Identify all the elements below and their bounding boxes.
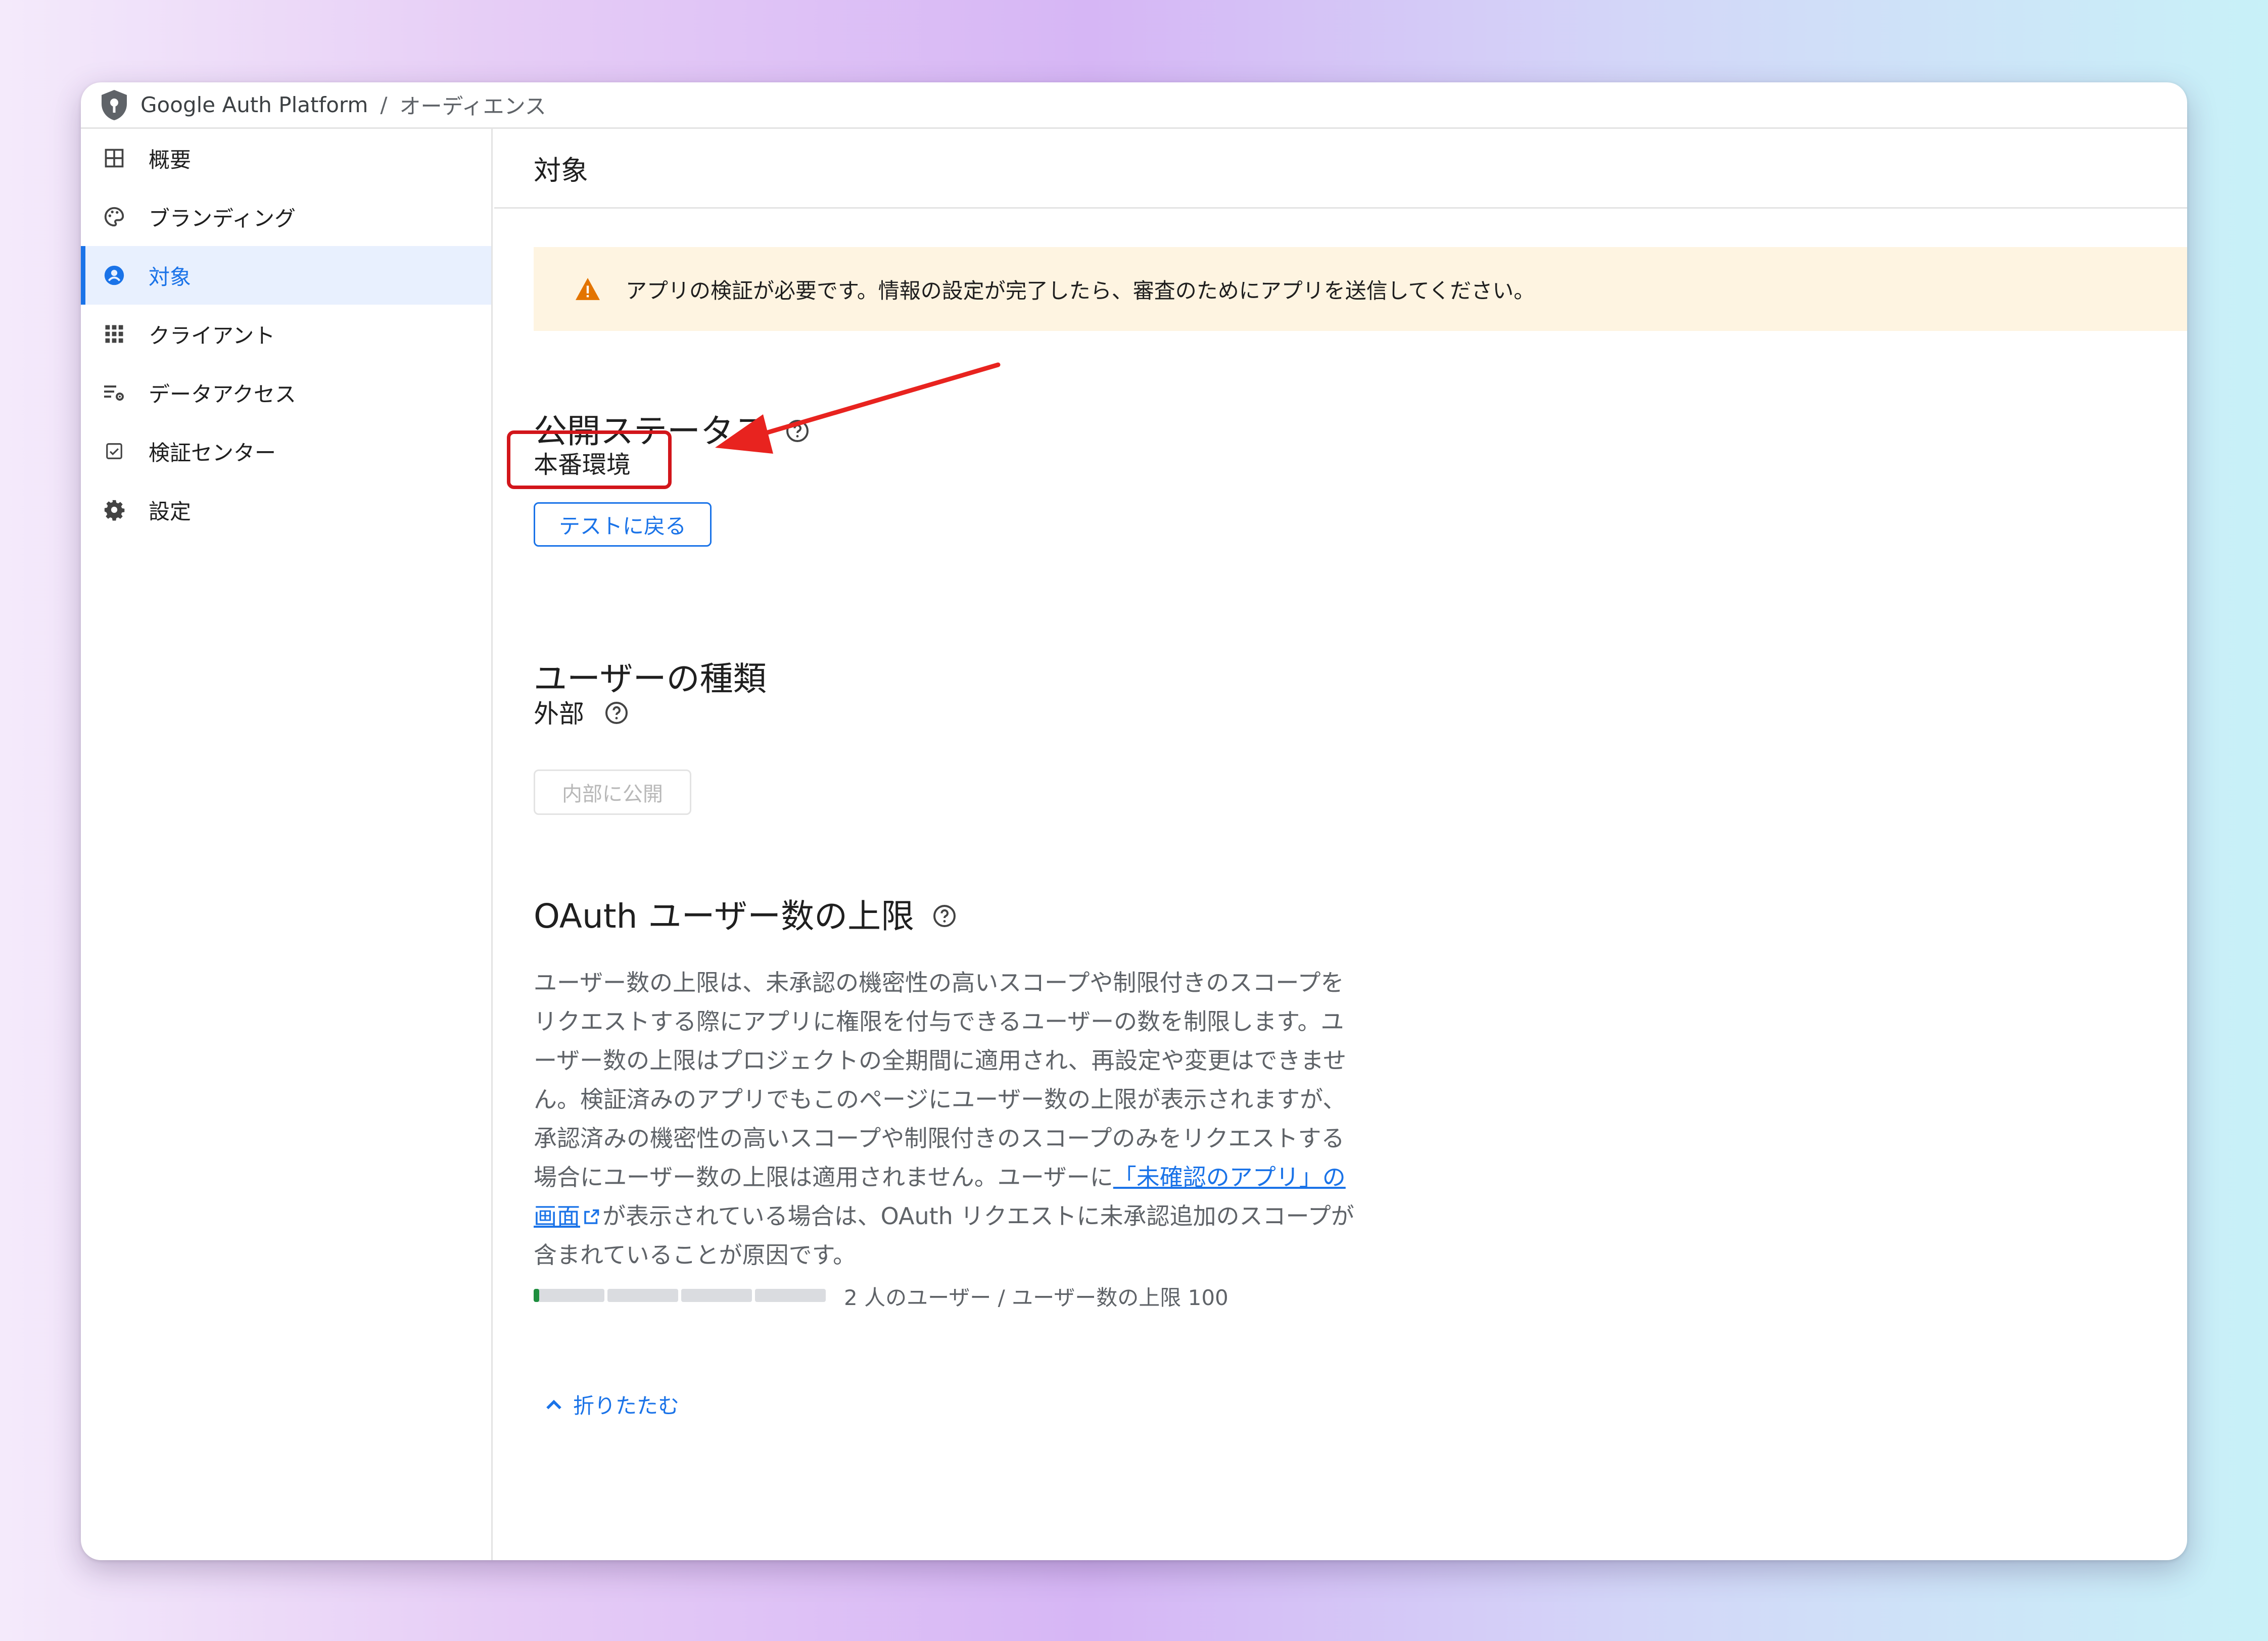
description-text-after: が表示されている場合は、OAuth リクエストに未承認追加のスコープが含まれてい… <box>534 1202 1354 1269</box>
check-box-icon <box>101 438 127 464</box>
warning-icon <box>576 278 600 300</box>
sidebar: 概要 ブランディング 対象 クライアント データアクセス 検証センター 設定 <box>81 129 493 1560</box>
sidebar-item-branding[interactable]: ブランディング <box>81 187 491 246</box>
sidebar-item-label: クライアント <box>149 323 275 348</box>
progress-segment <box>534 1289 604 1302</box>
sidebar-item-verification-center[interactable]: 検証センター <box>81 422 491 480</box>
chevron-up-icon <box>546 1399 561 1409</box>
data-access-icon <box>101 379 127 406</box>
app-window: Google Auth Platform / オーディエンス 概要 ブランディン… <box>81 82 2187 1560</box>
sidebar-item-clients[interactable]: クライアント <box>81 305 491 363</box>
account-circle-icon <box>101 262 127 288</box>
sidebar-item-settings[interactable]: 設定 <box>81 480 491 539</box>
sidebar-item-label: 検証センター <box>149 440 276 465</box>
user-type-value: 外部 <box>534 699 584 729</box>
breadcrumb-current: オーディエンス <box>399 94 546 119</box>
sidebar-item-label: ブランディング <box>149 206 296 231</box>
sidebar-item-label: 設定 <box>149 499 192 524</box>
oauth-limit-heading-text: OAuth ユーザー数の上限 <box>534 897 915 936</box>
external-link-icon[interactable] <box>582 1208 600 1226</box>
sidebar-item-label: 概要 <box>149 147 192 172</box>
description-text-before: ユーザー数の上限は、未承認の機密性の高いスコープや制限付きのスコープをリクエスト… <box>534 969 1347 1191</box>
progress-segment <box>755 1289 826 1302</box>
progress-fill <box>534 1289 540 1302</box>
breadcrumb-separator: / <box>380 92 388 117</box>
back-to-testing-button[interactable]: テストに戻る <box>534 502 712 547</box>
sidebar-item-label: 対象 <box>149 264 192 289</box>
oauth-limit-heading: OAuth ユーザー数の上限 <box>534 889 957 938</box>
page-title: 対象 <box>494 129 2187 209</box>
banner-text: アプリの検証が必要です。情報の設定が完了したら、審査のためにアプリを送信してくだ… <box>626 278 1535 303</box>
user-cap-progress-text: 2 人のユーザー / ユーザー数の上限 100 <box>844 1285 1228 1310</box>
help-icon[interactable] <box>604 701 629 725</box>
collapse-link[interactable]: 折りたたむ <box>543 1389 679 1420</box>
user-type-heading: ユーザーの種類 <box>534 659 767 698</box>
shield-icon <box>102 89 127 120</box>
main-content: 対象 アプリの検証が必要です。情報の設定が完了したら、審査のためにアプリを送信し… <box>494 129 2187 1560</box>
oauth-limit-description: ユーザー数の上限は、未承認の機密性の高いスコープや制限付きのスコープをリクエスト… <box>534 963 1362 1275</box>
breadcrumb: Google Auth Platform / オーディエンス <box>81 82 2187 129</box>
help-icon[interactable] <box>932 904 957 928</box>
sidebar-item-overview[interactable]: 概要 <box>81 129 491 187</box>
gear-icon <box>101 497 127 523</box>
progress-segment <box>607 1289 678 1302</box>
sidebar-item-label: データアクセス <box>149 381 296 407</box>
help-icon[interactable] <box>785 419 810 443</box>
make-internal-button[interactable]: 内部に公開 <box>534 769 691 815</box>
publishing-status-value: 本番環境 <box>534 451 631 479</box>
user-cap-progress-bar <box>534 1289 826 1302</box>
palette-icon <box>101 204 127 230</box>
sidebar-item-audience[interactable]: 対象 <box>81 246 491 305</box>
breadcrumb-app-name[interactable]: Google Auth Platform <box>140 92 368 117</box>
collapse-label: 折りたたむ <box>573 1393 680 1418</box>
progress-segment <box>681 1289 752 1302</box>
verification-warning-banner: アプリの検証が必要です。情報の設定が完了したら、審査のためにアプリを送信してくだ… <box>534 247 2187 331</box>
user-type-row: 外部 <box>534 694 629 730</box>
dashboard-icon <box>101 145 127 171</box>
sidebar-item-data-access[interactable]: データアクセス <box>81 363 491 422</box>
apps-grid-icon <box>101 321 127 347</box>
